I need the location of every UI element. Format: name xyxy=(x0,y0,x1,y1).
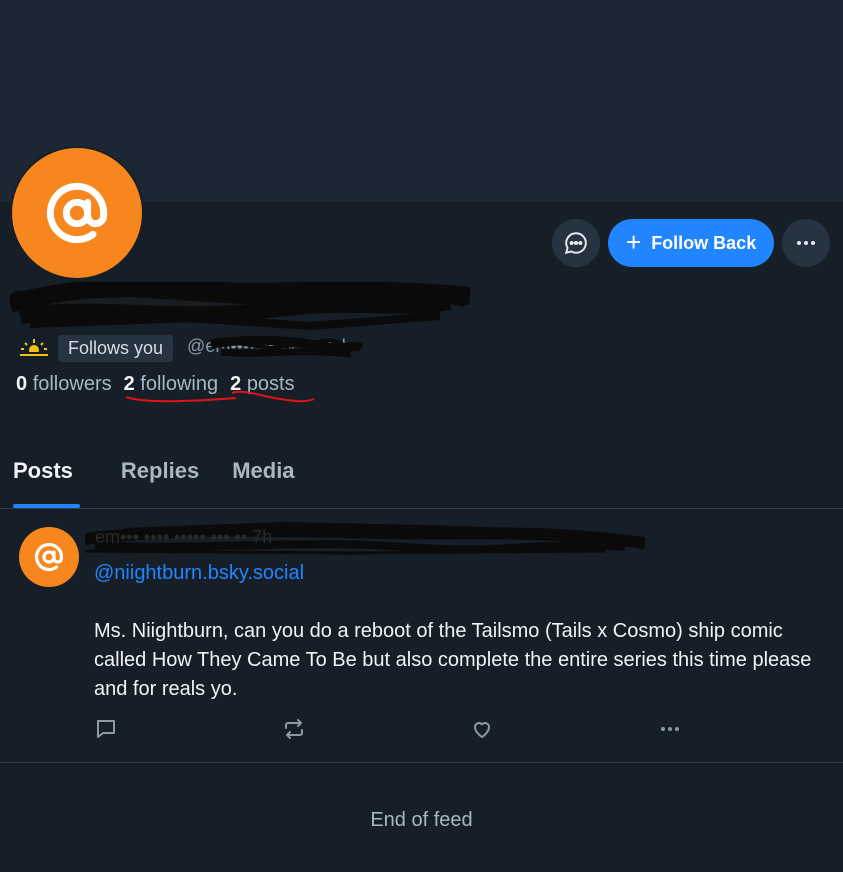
reply-icon[interactable] xyxy=(94,717,118,741)
tab-posts[interactable]: Posts xyxy=(0,446,93,508)
end-of-feed: End of feed xyxy=(370,809,473,831)
following-label: following xyxy=(140,373,219,395)
follow-back-button[interactable]: + Follow Back xyxy=(608,219,775,267)
at-sign-icon xyxy=(34,542,64,572)
more-options-button[interactable] xyxy=(782,219,831,267)
plus-icon: + xyxy=(626,227,642,257)
ellipsis-icon xyxy=(797,241,816,245)
message-button[interactable] xyxy=(552,219,600,267)
profile-actions: + Follow Back xyxy=(552,219,831,267)
at-sign-icon xyxy=(46,182,108,244)
post-author-handle[interactable]: @niightburn.bsky.social xyxy=(94,562,304,585)
following-count: 2 xyxy=(123,373,135,395)
followers-label: followers xyxy=(32,373,112,395)
chat-bubble-icon xyxy=(564,232,587,255)
redaction-scribble xyxy=(210,335,364,358)
red-underline-annotation xyxy=(125,396,236,403)
post-more-ellipsis-icon[interactable] xyxy=(658,717,682,741)
posts-stat[interactable]: 2 posts xyxy=(230,373,315,403)
profile-meta-row: Follows you @em•••••••••v.social xyxy=(18,334,411,362)
followers-stat[interactable]: 0 followers xyxy=(16,373,112,396)
profile-display-name: em••••••••••social xyxy=(10,282,470,332)
sunrise-icon xyxy=(18,339,50,360)
post-body: Ms. Niightburn, can you do a reboot of t… xyxy=(94,620,812,700)
redaction-scribble xyxy=(10,282,470,331)
tab-replies[interactable]: Replies xyxy=(93,446,219,508)
profile-stats: 0 followers 2 following 2 posts xyxy=(16,373,315,403)
follow-back-label: Follow Back xyxy=(651,232,757,253)
post-actions xyxy=(94,717,694,741)
red-underline-annotation xyxy=(231,390,315,403)
profile-avatar[interactable] xyxy=(10,146,144,280)
followers-count: 0 xyxy=(16,373,28,395)
like-heart-icon[interactable] xyxy=(470,717,494,741)
tab-media[interactable]: Media xyxy=(219,446,314,508)
repost-icon[interactable] xyxy=(282,717,306,741)
profile-tabs: Posts Replies Media xyxy=(0,446,843,509)
following-stat[interactable]: 2 following xyxy=(123,373,236,403)
follows-you-badge: Follows you xyxy=(58,334,174,362)
feed-post[interactable]: em••• •••• ••••• ••• •• 7h @niightburn.b… xyxy=(0,509,843,763)
profile-handle: @em•••••••••v.social xyxy=(181,334,411,362)
post-author-name[interactable]: em••• •••• ••••• ••• •• 7h xyxy=(84,517,646,557)
post-author-avatar[interactable] xyxy=(19,527,79,587)
post-author-name-text: em••• •••• ••••• ••• •• 7h xyxy=(95,527,273,547)
